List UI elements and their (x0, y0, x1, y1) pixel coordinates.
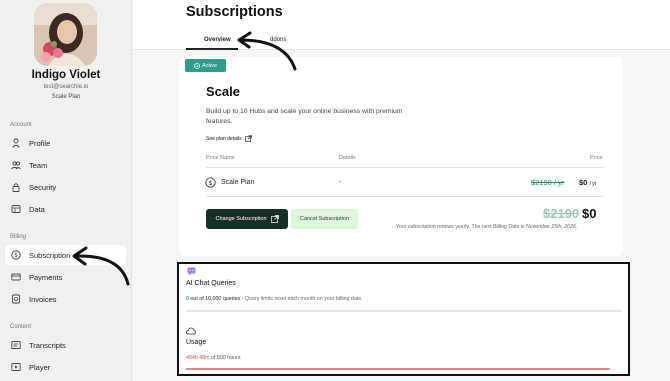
cancel-subscription-button[interactable]: Cancel Subscription (291, 209, 358, 229)
column-header-price-name: Price Name (206, 155, 235, 161)
status-label: Active (202, 62, 217, 69)
sidebar: Indigo Violet test@searchie.io Scale Pla… (0, 0, 132, 381)
ai-queries-limit: out of 10,000 queries (190, 296, 241, 302)
check-circle-icon (194, 62, 200, 69)
sidebar-item-label: Security (29, 182, 57, 192)
usage-panel (177, 262, 630, 376)
renewal-text: Your subscription renews yearly. The nex… (396, 224, 525, 230)
avatar[interactable] (34, 3, 97, 66)
transcript-icon (11, 340, 21, 350)
team-icon (11, 160, 21, 170)
price-row-old-price: $2190 / yr (531, 178, 565, 187)
ai-queries-progress (186, 310, 622, 312)
sidebar-item-invoices[interactable]: Invoices (5, 289, 126, 309)
lock-icon (11, 182, 21, 192)
user-name: Indigo Violet (31, 69, 101, 81)
column-header-price: Price (590, 155, 603, 161)
svg-text:$: $ (14, 252, 18, 259)
total-old-price: $2190 (543, 206, 580, 221)
ai-queries-text: 0 out of 10,000 queries - Query limits r… (186, 296, 363, 302)
card-icon (11, 272, 21, 282)
new-price-period: / yr (589, 181, 597, 187)
chat-icon (187, 267, 196, 276)
price-row-new-price: $0 / yr (579, 178, 596, 187)
section-label-content: Content (10, 324, 32, 330)
usage-text: 484h 48m of 500 hours (186, 355, 241, 361)
ai-queries-title: AI Chat Queries (186, 280, 236, 287)
external-link-icon (244, 135, 252, 142)
sidebar-item-label: Data (29, 204, 45, 214)
plan-details-label: See plan details (206, 135, 242, 142)
dollar-icon: $ (205, 177, 216, 188)
sidebar-item-security[interactable]: Security (5, 177, 126, 197)
section-label-billing: Billing (10, 234, 27, 240)
tab-active-indicator (186, 48, 238, 50)
sidebar-item-label: Transcripts (29, 340, 66, 350)
sidebar-item-team[interactable]: Team (5, 155, 126, 175)
sidebar-item-transcripts[interactable]: Transcripts (5, 335, 126, 355)
database-icon (11, 204, 21, 214)
user-plan: Scale Plan (51, 94, 81, 100)
plan-description: Build up to 10 Hubs and scale your onlin… (206, 108, 403, 125)
status-badge: Active (185, 59, 226, 72)
change-subscription-button[interactable]: Change Subscription (206, 209, 288, 229)
renewal-note: Your subscription renews yearly. The nex… (396, 224, 577, 230)
sidebar-item-label: Subscription (29, 250, 71, 260)
player-icon (11, 362, 21, 372)
sidebar-item-profile[interactable]: Profile (5, 133, 126, 153)
table-divider (206, 196, 604, 197)
person-icon (11, 138, 21, 148)
cloud-icon (186, 327, 196, 335)
sidebar-item-label: Team (29, 160, 48, 170)
tab-overview[interactable]: Overview (204, 37, 231, 43)
plan-details-link[interactable]: See plan details (206, 135, 252, 142)
ai-queries-note: - Query limits reset each month on your … (240, 296, 363, 302)
dollar-icon: $ (11, 250, 21, 260)
new-price-value: $0 (579, 178, 588, 187)
ai-queries-used: 0 (186, 296, 189, 302)
sidebar-item-subscription[interactable]: $ Subscription (5, 245, 126, 265)
external-link-icon (270, 215, 279, 223)
sidebar-item-label: Profile (29, 138, 51, 148)
usage-limit: of 500 hours (211, 355, 241, 361)
section-label-account: Account (10, 122, 32, 128)
sidebar-item-player[interactable]: Player (5, 357, 126, 377)
renewal-date: November 25th, 2026. (525, 224, 578, 230)
sidebar-item-payments[interactable]: Payments (5, 267, 126, 287)
sidebar-item-label: Invoices (29, 294, 57, 304)
usage-used: 484h 48m (186, 355, 210, 361)
column-header-details: Details (339, 155, 356, 161)
change-subscription-label: Change Subscription (215, 216, 267, 222)
sidebar-item-label: Player (29, 362, 51, 372)
svg-text:$: $ (208, 179, 212, 187)
usage-progress (186, 368, 610, 370)
total-new-price: $0 (582, 206, 597, 221)
usage-title: Usage (186, 339, 207, 346)
user-email: test@searchie.io (43, 84, 89, 90)
tab-addons[interactable]: ddons (270, 37, 286, 43)
price-row-details: - (339, 179, 342, 186)
invoice-icon (11, 294, 21, 304)
price-row-name: Scale Plan (221, 179, 255, 186)
table-divider (206, 167, 604, 168)
plan-title: Scale (206, 84, 240, 99)
page-title: Subscriptions (186, 4, 283, 20)
sidebar-item-data[interactable]: Data (5, 199, 126, 219)
sidebar-item-label: Payments (29, 272, 63, 282)
